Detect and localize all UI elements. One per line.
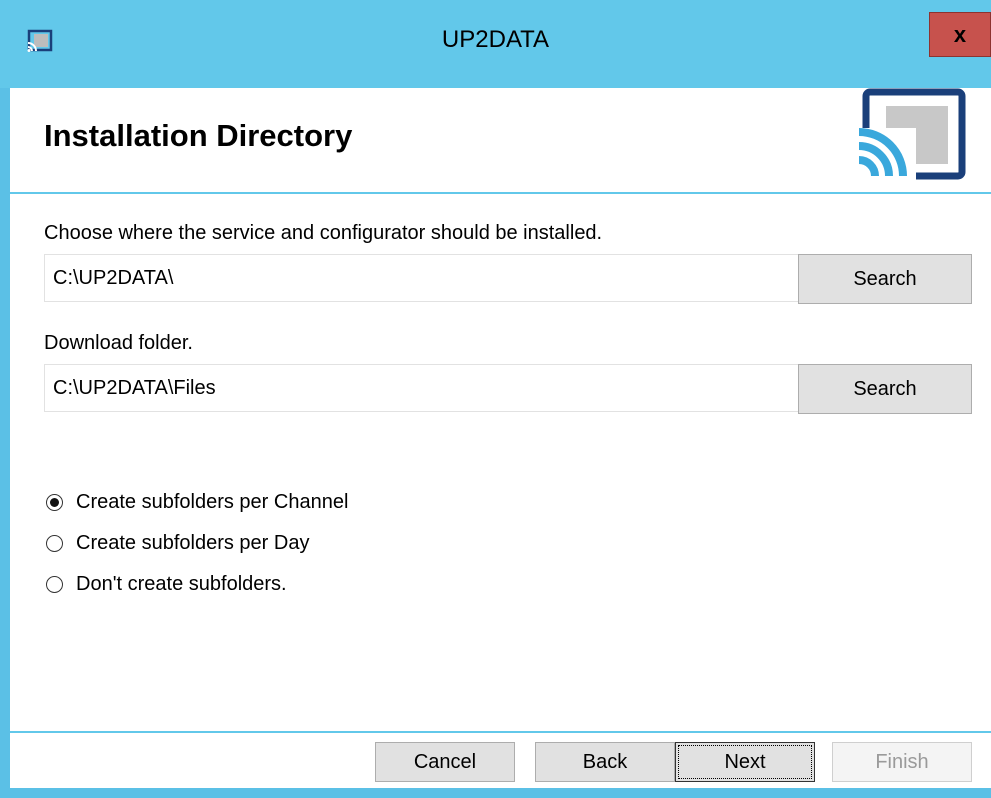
finish-button[interactable]: Finish [832,742,972,782]
close-button[interactable]: x [929,12,991,57]
install-dir-label: Choose where the service and configurato… [44,222,603,244]
wizard-footer: Cancel Back Next Finish [10,733,991,788]
wizard-body: Installation Directory Choose where the … [10,88,991,788]
download-folder-label: Download folder. [44,332,193,354]
radio-button-selected[interactable] [46,494,63,511]
download-folder-input[interactable] [44,364,800,412]
cancel-button[interactable]: Cancel [375,742,515,782]
radio-button[interactable] [46,576,63,593]
wizard-header: Installation Directory [10,88,991,194]
title-bar: UP2DATA x [0,0,991,88]
radio-subfolders-per-day[interactable]: Create subfolders per Day [46,523,348,564]
radio-subfolders-per-channel[interactable]: Create subfolders per Channel [46,482,348,523]
radio-no-subfolders[interactable]: Don't create subfolders. [46,564,348,605]
window-border-bottom [0,788,991,798]
page-title: Installation Directory [44,118,353,153]
up2data-logo-icon [856,88,966,182]
install-dir-input[interactable] [44,254,800,302]
install-dir-search-button[interactable]: Search [798,254,972,304]
download-folder-search-button[interactable]: Search [798,364,972,414]
radio-label: Create subfolders per Channel [76,491,349,513]
installer-window: UP2DATA x Installation Directory Choose … [0,0,991,798]
radio-label: Create subfolders per Day [76,532,310,554]
window-title: UP2DATA [441,26,550,53]
radio-button[interactable] [46,535,63,552]
next-button[interactable]: Next [675,742,815,782]
radio-dot [50,498,59,507]
back-button[interactable]: Back [535,742,675,782]
radio-label: Don't create subfolders. [76,573,287,595]
subfolder-radio-group: Create subfolders per Channel Create sub… [46,482,348,605]
